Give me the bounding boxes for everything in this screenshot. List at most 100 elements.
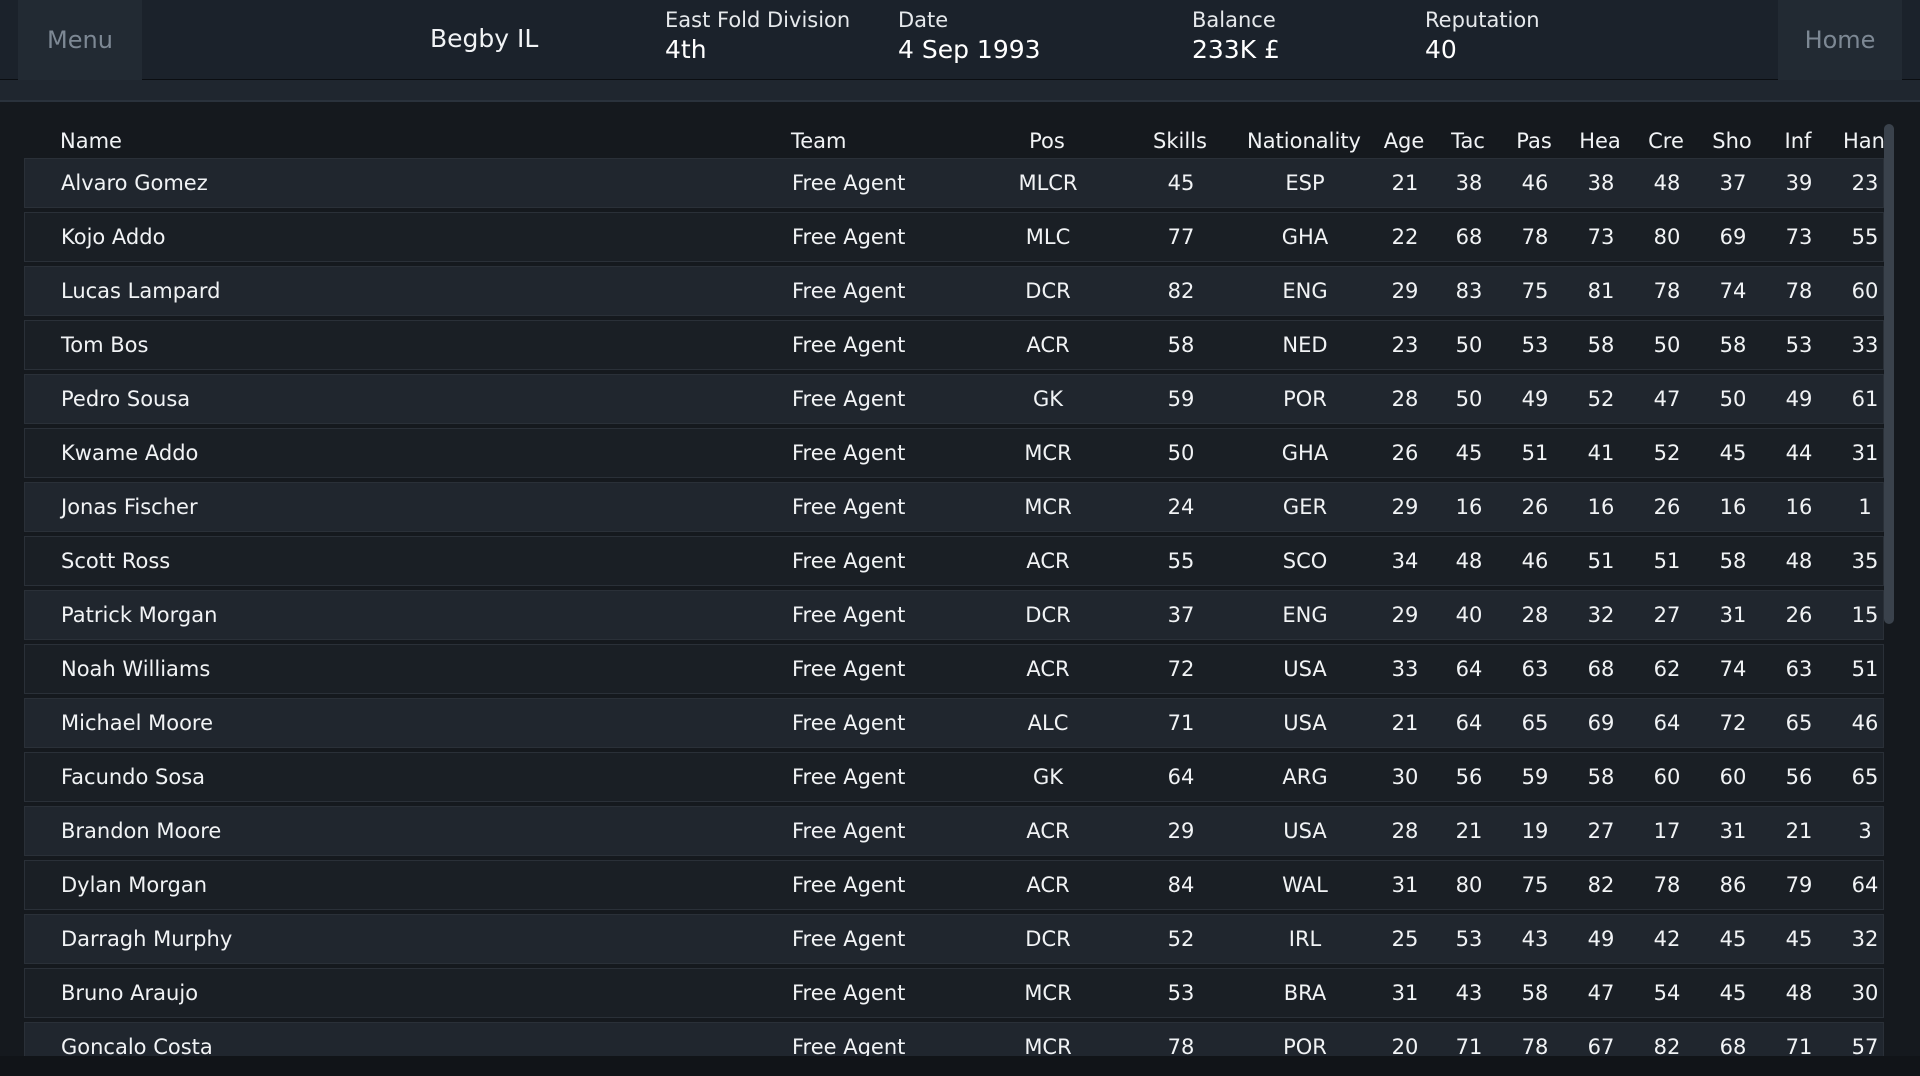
cell-tac: 43 <box>1455 981 1483 1005</box>
cell-inf: 16 <box>1785 495 1813 519</box>
cell-pas: 19 <box>1521 819 1549 843</box>
cell-sho: 58 <box>1719 333 1747 357</box>
reputation-stat: Reputation 40 <box>1425 7 1540 67</box>
cell-sho: 86 <box>1719 873 1747 897</box>
table-row[interactable]: Jonas Fischer Free Agent MCR 24 GER 29 16 26 16 2… <box>24 482 1884 532</box>
table-row[interactable]: Tom Bos Free Agent ACR 58 NED 23 50 53 58 50 58 53 3… <box>24 320 1884 370</box>
table-row[interactable]: Brandon Moore Free Agent ACR 29 USA 28 21 19 27 1… <box>24 806 1884 856</box>
cell-player-name: Kojo Addo <box>61 225 166 249</box>
cell-position: ACR <box>1026 873 1070 897</box>
column-header-pas[interactable]: Pas <box>1504 124 1564 158</box>
cell-nationality: GHA <box>1281 441 1329 465</box>
table-row[interactable]: Scott Ross Free Agent ACR 55 SCO 34 48 46 51 51 58… <box>24 536 1884 586</box>
cell-player-name: Patrick Morgan <box>61 603 218 627</box>
cell-team: Free Agent <box>792 387 906 411</box>
cell-sho: 45 <box>1719 981 1747 1005</box>
players-table: Name Team Pos Skills Nationality Age Tac… <box>0 102 1920 1056</box>
cell-nationality: ENG <box>1282 279 1328 303</box>
table-row[interactable]: Goncalo Costa Free Agent MCR 78 POR 20 71 78 67 8… <box>24 1022 1884 1056</box>
cell-hea: 73 <box>1587 225 1615 249</box>
cell-skills: 58 <box>1167 333 1195 357</box>
table-row[interactable]: Patrick Morgan Free Agent DCR 37 ENG 29 40 28 32… <box>24 590 1884 640</box>
column-header-skills[interactable]: Skills <box>1140 124 1220 158</box>
cell-player-name: Kwame Addo <box>61 441 199 465</box>
cell-position: ACR <box>1026 333 1070 357</box>
division-label: East Fold Division <box>665 8 851 32</box>
table-row[interactable]: Kojo Addo Free Agent MLC 77 GHA 22 68 78 73 80 69 7… <box>24 212 1884 262</box>
cell-age: 25 <box>1391 927 1419 951</box>
cell-pas: 26 <box>1521 495 1549 519</box>
scrollbar-thumb[interactable] <box>1884 124 1894 624</box>
table-row[interactable]: Alvaro Gomez Free Agent MLCR 45 ESP 21 38 46 38 4… <box>24 158 1884 208</box>
cell-tac: 68 <box>1455 225 1483 249</box>
table-row[interactable]: Bruno Araujo Free Agent MCR 53 BRA 31 43 58 47 54… <box>24 968 1884 1018</box>
cell-inf: 79 <box>1785 873 1813 897</box>
cell-age: 21 <box>1391 171 1419 195</box>
column-header-hea[interactable]: Hea <box>1570 124 1630 158</box>
column-header-age[interactable]: Age <box>1374 124 1434 158</box>
column-header-inf[interactable]: Inf <box>1768 124 1828 158</box>
column-header-name[interactable]: Name <box>60 124 660 158</box>
cell-position: ACR <box>1026 819 1070 843</box>
table-row[interactable]: Facundo Sosa Free Agent GK 64 ARG 30 56 59 58 60 6… <box>24 752 1884 802</box>
cell-team: Free Agent <box>792 279 906 303</box>
cell-tac: 45 <box>1455 441 1483 465</box>
cell-nationality: USA <box>1283 711 1327 735</box>
cell-skills: 72 <box>1167 657 1195 681</box>
table-header: Name Team Pos Skills Nationality Age Tac… <box>24 124 1885 158</box>
column-header-nationality[interactable]: Nationality <box>1224 124 1384 158</box>
table-row[interactable]: Kwame Addo Free Agent MCR 50 GHA 26 45 51 41 52 45… <box>24 428 1884 478</box>
cell-tac: 16 <box>1455 495 1483 519</box>
column-header-tac[interactable]: Tac <box>1438 124 1498 158</box>
cell-cre: 47 <box>1653 387 1681 411</box>
table-row[interactable]: Darragh Murphy Free Agent DCR 52 IRL 25 53 43 49… <box>24 914 1884 964</box>
cell-player-name: Alvaro Gomez <box>61 171 208 195</box>
table-row[interactable]: Lucas Lampard Free Agent DCR 82 ENG 29 83 75 81 7… <box>24 266 1884 316</box>
cell-pas: 65 <box>1521 711 1549 735</box>
cell-inf: 65 <box>1785 711 1813 735</box>
date-stat: Date 4 Sep 1993 <box>898 7 1041 67</box>
table-row[interactable]: Pedro Sousa Free Agent GK 59 POR 28 50 49 52 47 50… <box>24 374 1884 424</box>
cell-tac: 48 <box>1455 549 1483 573</box>
column-header-team[interactable]: Team <box>791 124 971 158</box>
cell-nationality: SCO <box>1282 549 1328 573</box>
scrollbar-track[interactable] <box>1884 124 1894 1054</box>
cell-age: 22 <box>1391 225 1419 249</box>
cell-sho: 31 <box>1719 603 1747 627</box>
column-header-pos[interactable]: Pos <box>999 124 1095 158</box>
cell-hea: 38 <box>1587 171 1615 195</box>
cell-skills: 55 <box>1167 549 1195 573</box>
cell-inf: 44 <box>1785 441 1813 465</box>
reputation-label: Reputation <box>1425 8 1540 32</box>
cell-pas: 43 <box>1521 927 1549 951</box>
cell-skills: 71 <box>1167 711 1195 735</box>
cell-sho: 31 <box>1719 819 1747 843</box>
balance-stat: Balance 233K £ <box>1192 7 1280 67</box>
table-row[interactable]: Dylan Morgan Free Agent ACR 84 WAL 31 80 75 82 78… <box>24 860 1884 910</box>
menu-button[interactable]: Menu <box>18 0 142 80</box>
cell-skills: 78 <box>1167 1035 1195 1056</box>
cell-nationality: USA <box>1283 819 1327 843</box>
table-row[interactable]: Michael Moore Free Agent ALC 71 USA 21 64 65 69 6… <box>24 698 1884 748</box>
cell-sho: 58 <box>1719 549 1747 573</box>
cell-cre: 52 <box>1653 441 1681 465</box>
cell-player-name: Goncalo Costa <box>61 1035 213 1056</box>
cell-player-name: Bruno Araujo <box>61 981 199 1005</box>
cell-tac: 80 <box>1455 873 1483 897</box>
column-header-sho[interactable]: Sho <box>1702 124 1762 158</box>
cell-nationality: NED <box>1282 333 1328 357</box>
cell-hea: 81 <box>1587 279 1615 303</box>
home-button[interactable]: Home <box>1778 0 1902 80</box>
cell-team: Free Agent <box>792 225 906 249</box>
cell-cre: 50 <box>1653 333 1681 357</box>
cell-pas: 75 <box>1521 873 1549 897</box>
division-position: 4th <box>665 35 707 64</box>
cell-hea: 82 <box>1587 873 1615 897</box>
cell-position: ACR <box>1026 657 1070 681</box>
cell-team: Free Agent <box>792 819 906 843</box>
cell-team: Free Agent <box>792 333 906 357</box>
table-row[interactable]: Noah Williams Free Agent ACR 72 USA 33 64 63 68 6… <box>24 644 1884 694</box>
cell-sho: 60 <box>1719 765 1747 789</box>
column-header-cre[interactable]: Cre <box>1636 124 1696 158</box>
cell-team: Free Agent <box>792 171 906 195</box>
